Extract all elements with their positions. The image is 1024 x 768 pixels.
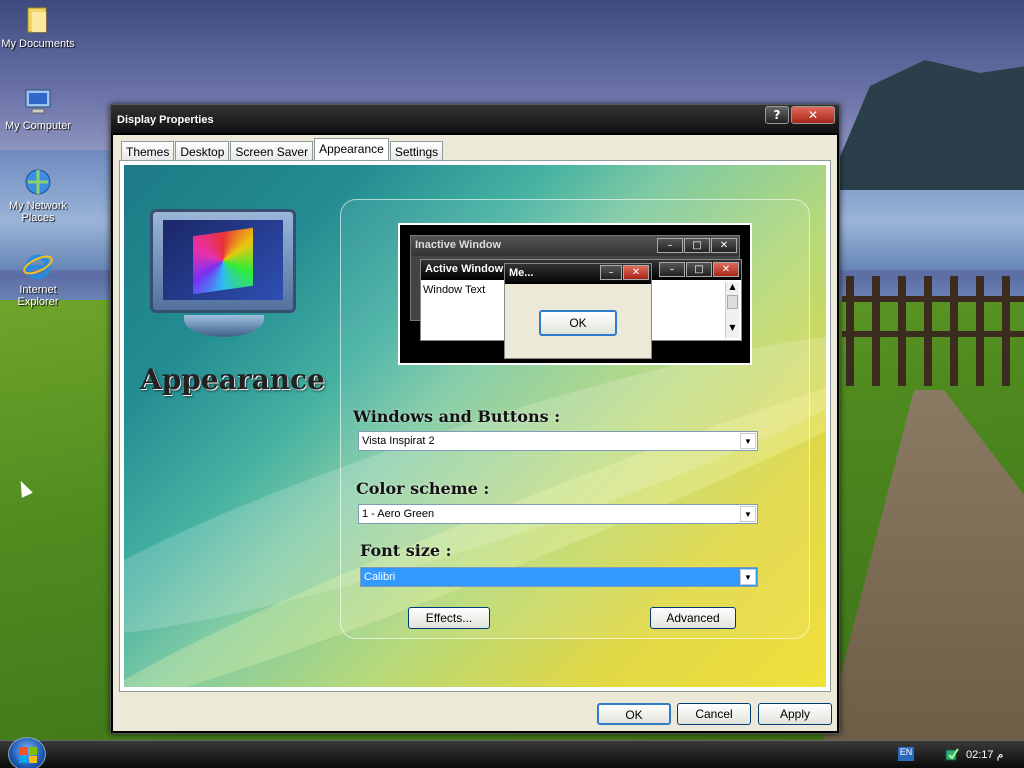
window-title: Display Properties — [111, 105, 839, 133]
close-icon: ✕ — [713, 262, 739, 277]
ok-button[interactable]: OK — [597, 703, 671, 725]
maximize-icon: □ — [686, 262, 712, 277]
chevron-down-icon: ▼ — [740, 506, 756, 522]
windows-buttons-label: Windows and Buttons : — [353, 407, 561, 426]
preview-window-text: Window Text — [423, 284, 486, 296]
appearance-heading: Appearance — [140, 363, 325, 396]
tab-appearance[interactable]: Appearance — [314, 138, 389, 160]
cancel-button[interactable]: Cancel — [677, 703, 751, 725]
close-button[interactable]: ✕ — [791, 106, 835, 124]
display-properties-window: Display Properties ? ✕ Themes Desktop Sc… — [110, 104, 840, 734]
dialog-client: Themes Desktop Screen Saver Appearance S… — [113, 135, 837, 731]
apply-button[interactable]: Apply — [758, 703, 832, 725]
preview-scrollbar: ▲ ▼ — [725, 282, 739, 338]
computer-icon — [22, 86, 54, 118]
desktop-icon-my-network-places[interactable]: My Network Places — [0, 166, 76, 224]
tab-desktop[interactable]: Desktop — [175, 141, 230, 160]
desktop-icon-my-documents[interactable]: My Documents — [0, 4, 76, 50]
language-indicator[interactable]: EN — [898, 747, 914, 761]
color-scheme-value: 1 - Aero Green — [362, 508, 435, 520]
close-icon: ✕ — [623, 265, 649, 280]
desktop-icon-label: My Network Places — [8, 200, 68, 224]
font-size-select[interactable]: Calibri ▼ — [360, 567, 758, 587]
wallpaper-fence — [842, 276, 1024, 386]
title-buttons: ? ✕ — [765, 106, 835, 124]
effects-button[interactable]: Effects... — [408, 607, 490, 629]
windows-buttons-value: Vista Inspirat 2 — [362, 435, 435, 447]
appearance-tab-panel: Appearance Inactive Window – □ ✕ Active Wi… — [119, 160, 831, 692]
desktop-icon-label: Internet Explorer — [17, 284, 59, 308]
tab-themes[interactable]: Themes — [121, 141, 175, 160]
ie-icon — [22, 250, 54, 282]
tab-strip: Themes Desktop Screen Saver Appearance S… — [121, 138, 444, 160]
appearance-artwork: Appearance Inactive Window – □ ✕ Active Wi… — [124, 165, 826, 687]
close-icon: ✕ — [711, 238, 737, 253]
close-icon: ✕ — [807, 108, 819, 122]
windows-buttons-select[interactable]: Vista Inspirat 2 ▼ — [358, 431, 758, 451]
minimize-icon: – — [659, 262, 685, 277]
tab-settings[interactable]: Settings — [389, 141, 444, 160]
desktop-icon-label: My Documents — [1, 38, 75, 50]
font-size-value: Calibri — [364, 571, 396, 583]
monitor-stand — [184, 315, 264, 337]
network-icon — [22, 166, 54, 198]
preview-ok-button: OK — [539, 310, 617, 336]
minimize-icon: – — [657, 238, 683, 253]
advanced-button[interactable]: Advanced — [650, 607, 736, 629]
color-scheme-label: Color scheme : — [356, 479, 490, 498]
minimize-icon: – — [600, 265, 622, 280]
taskbar-clock[interactable]: 02:17 م — [966, 748, 1003, 761]
desktop-icon-my-computer[interactable]: My Computer — [0, 86, 76, 132]
start-button[interactable] — [8, 737, 46, 768]
preview-message-box: Me... – ✕ OK — [504, 263, 652, 359]
tab-screen-saver[interactable]: Screen Saver — [230, 141, 314, 160]
security-tray-icon[interactable] — [944, 746, 960, 762]
folder-icon — [22, 4, 54, 36]
taskbar: EN 02:17 م — [0, 737, 1024, 768]
font-size-label: Font size : — [360, 541, 452, 560]
monitor-icon — [150, 209, 296, 313]
help-button[interactable]: ? — [765, 106, 789, 124]
chevron-down-icon: ▼ — [740, 569, 756, 585]
color-scheme-select[interactable]: 1 - Aero Green ▼ — [358, 504, 758, 524]
desktop-icon-label: My Computer — [4, 120, 72, 132]
maximize-icon: □ — [684, 238, 710, 253]
desktop-icon-internet-explorer[interactable]: Internet Explorer — [0, 250, 76, 308]
appearance-preview: Inactive Window – □ ✕ Active Window – □ ✕ Wi… — [398, 223, 752, 365]
chevron-down-icon: ▼ — [740, 433, 756, 449]
windows-logo-icon — [19, 747, 37, 763]
